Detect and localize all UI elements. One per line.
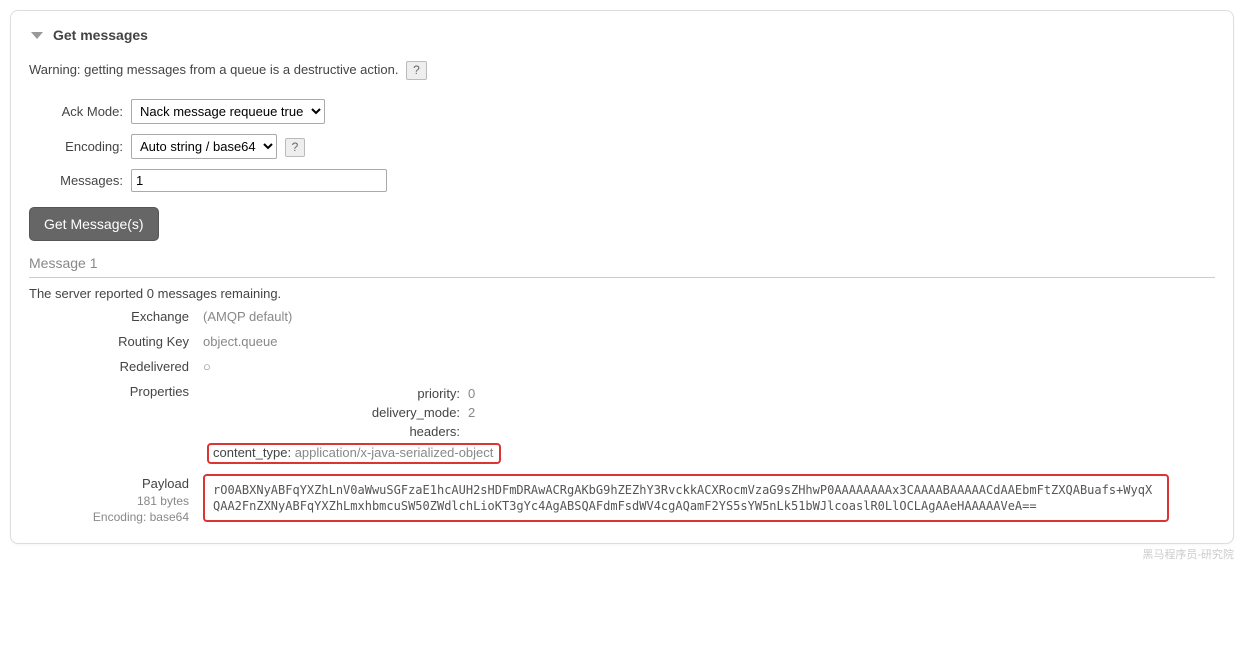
- payload-bytes: 181 bytes: [29, 493, 189, 509]
- section-header[interactable]: Get messages: [29, 25, 1215, 61]
- section-title: Get messages: [53, 27, 148, 43]
- properties-value: priority: 0 delivery_mode: 2 headers: co…: [203, 382, 1215, 466]
- redelivered-label: Redelivered: [29, 357, 189, 374]
- ack-mode-select[interactable]: Nack message requeue true: [131, 99, 325, 124]
- messages-input[interactable]: [131, 169, 387, 192]
- exchange-value: (AMQP default): [203, 307, 1215, 324]
- delivery-mode-value: 2: [464, 403, 505, 422]
- content-type-value: application/x-java-serialized-object: [295, 445, 494, 460]
- remaining-text: The server reported 0 messages remaining…: [29, 286, 1215, 301]
- get-messages-panel: Get messages Warning: getting messages f…: [10, 10, 1234, 544]
- get-messages-button[interactable]: Get Message(s): [29, 207, 159, 241]
- priority-value: 0: [464, 384, 505, 403]
- form: Ack Mode: Nack message requeue true Enco…: [29, 94, 391, 197]
- headers-value: [464, 422, 505, 441]
- ack-mode-label: Ack Mode:: [29, 94, 127, 129]
- headers-key: headers:: [203, 422, 464, 441]
- delivery-mode-key: delivery_mode:: [203, 403, 464, 422]
- message-details: Exchange (AMQP default) Routing Key obje…: [29, 307, 1215, 525]
- warning-row: Warning: getting messages from a queue i…: [29, 61, 1215, 80]
- messages-label: Messages:: [29, 164, 127, 197]
- content-type-key: content_type:: [213, 445, 291, 460]
- encoding-label: Encoding:: [29, 129, 127, 164]
- payload-value: rO0ABXNyABFqYXZhLnV0aWwuSGFzaE1hcAUH2sHD…: [203, 474, 1169, 522]
- payload-meta: Payload 181 bytes Encoding: base64: [29, 474, 189, 525]
- encoding-select[interactable]: Auto string / base64: [131, 134, 277, 159]
- message-header: Message 1: [29, 255, 1215, 278]
- routing-key-value: object.queue: [203, 332, 1215, 349]
- payload-label: Payload: [29, 475, 189, 493]
- payload-encoding: Encoding: base64: [29, 509, 189, 525]
- content-type-highlight: content_type: application/x-java-seriali…: [207, 443, 501, 464]
- chevron-down-icon: [31, 32, 43, 39]
- warning-text: Warning: getting messages from a queue i…: [29, 62, 398, 77]
- properties-table: priority: 0 delivery_mode: 2 headers: co…: [203, 384, 505, 466]
- properties-label: Properties: [29, 382, 189, 399]
- help-icon[interactable]: ?: [285, 138, 306, 157]
- watermark: 黑马程序员-研究院: [10, 546, 1234, 562]
- redelivered-value: ○: [203, 357, 1215, 374]
- help-icon[interactable]: ?: [406, 61, 427, 80]
- routing-key-label: Routing Key: [29, 332, 189, 349]
- exchange-label: Exchange: [29, 307, 189, 324]
- priority-key: priority:: [203, 384, 464, 403]
